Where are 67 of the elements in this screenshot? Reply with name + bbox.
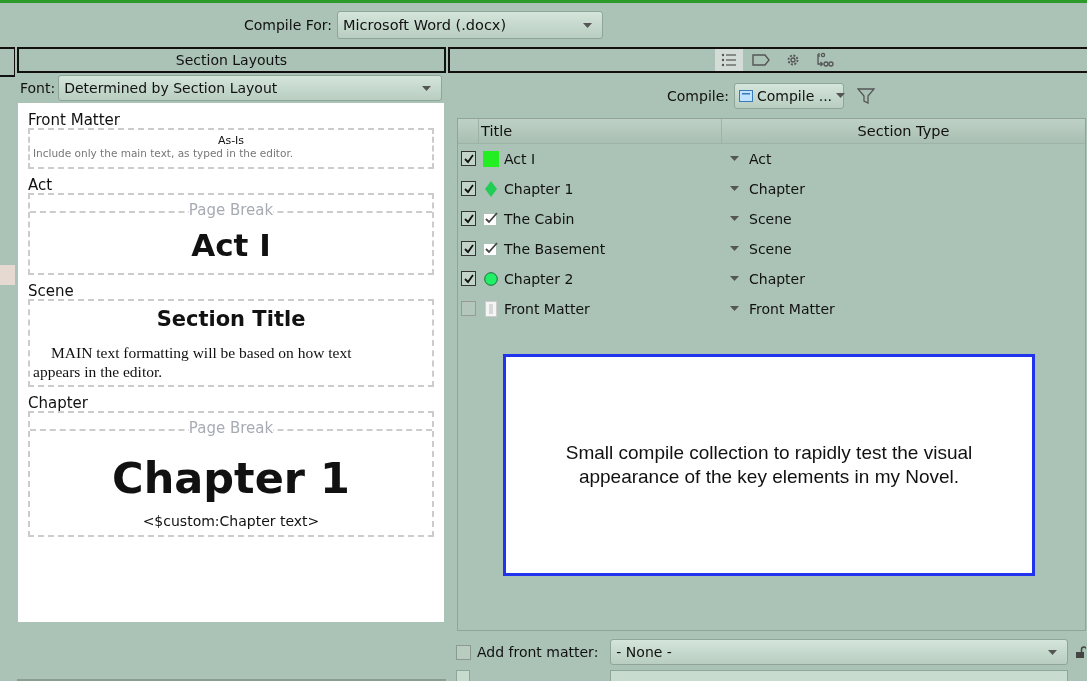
- checkbox[interactable]: [456, 670, 470, 681]
- page-icon: [485, 300, 497, 317]
- column-header[interactable]: Section Type: [722, 118, 1085, 143]
- checkbox[interactable]: [461, 241, 476, 257]
- section-type-dropdown-icon[interactable]: [730, 276, 739, 282]
- checkbox[interactable]: [461, 211, 476, 227]
- lock-icon[interactable]: [1076, 646, 1087, 659]
- caret-icon: [583, 22, 593, 28]
- section-type: Scene: [749, 210, 792, 227]
- panel-header: Section Layouts: [17, 47, 446, 73]
- layout-title: Section Title: [155, 306, 307, 333]
- format-dropdown[interactable]: Microsoft Word (.docx): [337, 11, 604, 39]
- layout-name: Act: [28, 177, 54, 193]
- row-title[interactable]: Act I: [501, 150, 724, 167]
- page-break-label: Page Break: [188, 420, 274, 437]
- list-icon: [720, 52, 737, 67]
- layout-text: MAIN text formatting will be based on how text appears in the editor.: [33, 343, 353, 381]
- section-type: Chapter: [749, 270, 805, 287]
- collection-icon: [739, 89, 753, 102]
- collection-description: Small compile collection to rapidly test the visual appearance of the key elements in my Novel.: [503, 353, 1035, 576]
- checkbox[interactable]: [461, 271, 476, 287]
- layout-title: Chapter 1: [111, 452, 351, 505]
- layout-text: <$custom:Chapter text>: [141, 513, 321, 531]
- section-type: Scene: [749, 240, 792, 257]
- section-type-dropdown-icon[interactable]: [730, 186, 739, 192]
- row-title[interactable]: Chapter 2: [501, 270, 724, 287]
- check-icon: [484, 242, 498, 256]
- replace-icon: [815, 51, 834, 68]
- section-type: Chapter: [749, 180, 805, 197]
- layout-description: Include only the main text, as typed in the editor.: [33, 147, 295, 161]
- front-matter-dropdown[interactable]: - None -: [610, 639, 1069, 666]
- font-dropdown[interactable]: Determined by Section Layout: [58, 75, 442, 101]
- view-tab[interactable]: [714, 49, 743, 71]
- settings-icon: [785, 52, 800, 67]
- row-title[interactable]: The Basement: [501, 240, 724, 257]
- checkbox[interactable]: [456, 644, 471, 660]
- section-type-dropdown-icon[interactable]: [730, 216, 739, 222]
- page-break-label: Page Break: [188, 202, 274, 219]
- compile-for-label: Compile For:: [244, 17, 333, 33]
- layout-name: Scene: [28, 283, 75, 299]
- row-title[interactable]: Chapter 1: [501, 180, 724, 197]
- layout-name: Front Matter: [28, 112, 121, 128]
- panel-header: [0, 47, 15, 77]
- filter-icon[interactable]: [857, 87, 875, 104]
- font-label: Font:: [20, 80, 56, 96]
- section-type-dropdown-icon[interactable]: [730, 306, 739, 312]
- caret-icon: [1048, 649, 1058, 655]
- checkbox[interactable]: [461, 181, 476, 197]
- collection-dropdown[interactable]: Compile ...: [734, 82, 844, 109]
- layout-title: As-Is: [216, 133, 246, 147]
- section-type-dropdown-icon[interactable]: [730, 246, 739, 252]
- checkbox[interactable]: [461, 151, 476, 167]
- section-type: Front Matter: [749, 300, 835, 317]
- compile-label: Compile:: [667, 87, 729, 104]
- layout-title: Act I: [190, 226, 272, 265]
- checkbox[interactable]: [461, 301, 476, 317]
- layout-name: Chapter: [28, 395, 89, 411]
- front-matter-label: Add front matter:: [477, 644, 599, 661]
- section-type-dropdown-icon[interactable]: [730, 156, 739, 162]
- caret-icon: [422, 85, 431, 91]
- row-title[interactable]: The Cabin: [501, 210, 724, 227]
- check-icon: [484, 212, 498, 226]
- tag-icon: [751, 53, 770, 66]
- caret-icon: [836, 93, 846, 99]
- column-header[interactable]: Title: [479, 118, 722, 143]
- section-type: Act: [749, 150, 772, 167]
- row-title[interactable]: Front Matter: [501, 300, 724, 317]
